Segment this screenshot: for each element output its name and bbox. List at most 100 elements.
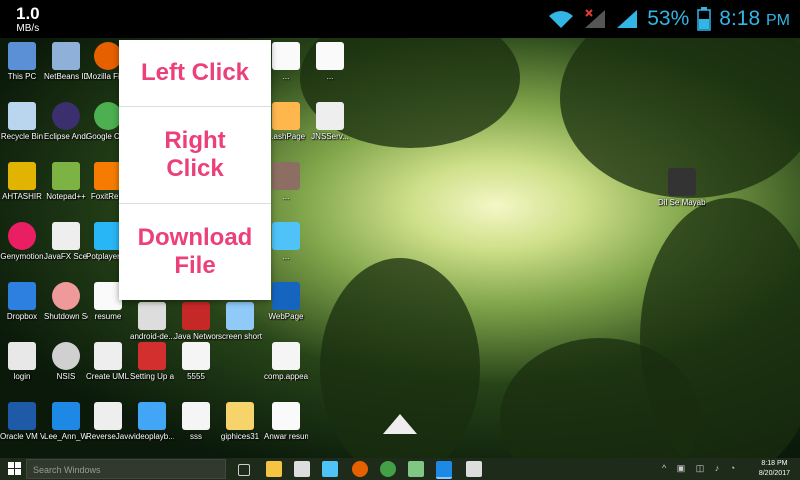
download-file-label: Download File <box>137 224 253 279</box>
status-right: 53% 8:18 PM <box>547 0 790 38</box>
desktop-icon-label: Oracle VM VirtualBox <box>0 432 44 441</box>
desktop-icon-label: resume <box>94 312 122 321</box>
desktop-icon[interactable]: videoplayb... <box>130 402 174 441</box>
java-icon[interactable] <box>466 461 482 477</box>
java-icon <box>316 102 344 130</box>
text-file-icon <box>182 402 210 430</box>
desktop-icon-label: JavaFX Scene Builder 2.0 <box>44 252 88 261</box>
desktop-icon-label: 5555 <box>187 372 205 381</box>
desktop-icon-label: Setting Up a GitHub Rep... <box>130 372 174 381</box>
desktop-icon[interactable]: Eclipse Andro... <box>44 102 88 141</box>
desktop-icon[interactable]: Create UML Diagra... <box>86 342 130 381</box>
network-speed-unit: MB/s <box>16 23 40 34</box>
firefox-icon <box>94 42 122 70</box>
desktop-icon[interactable]: Shutdown Schedule <box>44 282 88 321</box>
context-popup-menu: Left Click Right Click Download File <box>119 40 271 300</box>
desktop-icon-label: screen short <box>218 332 262 341</box>
potplayer-icon <box>94 222 122 250</box>
network-speed-value: 1.0 <box>16 4 40 23</box>
desktop-icon[interactable]: giphices31 <box>218 402 262 441</box>
netbeans-icon <box>52 42 80 70</box>
text-file-icon <box>272 342 300 370</box>
uml-icon <box>94 342 122 370</box>
desktop-icon[interactable]: Anwar resume <box>264 402 308 441</box>
desktop-icon-label: login <box>13 372 31 381</box>
left-click-menu-item[interactable]: Left Click <box>119 40 271 107</box>
taskbar-clock[interactable]: 8:18 PM 8/20/2017 <box>759 459 790 479</box>
taskbar: Search Windows ^ ▣ ◫ ♪ ◔ 8:18 PM 8/20/20… <box>0 458 800 480</box>
webpage-icon <box>272 102 300 130</box>
java-file-icon <box>8 342 36 370</box>
monitor-icon[interactable] <box>322 461 338 477</box>
expand-up-arrow-icon[interactable] <box>383 414 417 434</box>
recycle-icon[interactable] <box>380 461 396 477</box>
signal-icon <box>617 10 638 28</box>
pdf-icon <box>182 302 210 330</box>
image-icon <box>272 162 300 190</box>
desktop-icon[interactable]: Dil Se Mayabi Ch... <box>658 168 706 207</box>
desktop-icon[interactable]: Recycle Bin <box>0 102 44 141</box>
system-tray-icons[interactable]: ^ ▣ ◫ ♪ ◔ <box>662 463 739 474</box>
file-explorer-icon[interactable] <box>266 461 282 477</box>
desktop-icon[interactable]: NetBeans IDE 8.1 <box>44 42 88 81</box>
desktop-icon[interactable]: login <box>0 342 44 381</box>
desktop-icon[interactable]: Setting Up a GitHub Rep... <box>130 342 174 381</box>
desktop-icon[interactable]: Lee_Ann_W... <box>44 402 88 441</box>
desktop-icon-label: android-de... <box>130 332 174 341</box>
desktop-icon-label: Notepad++ <box>46 192 86 201</box>
desktop[interactable]: This PC Recycle Bin AHTASHIR Genymotion … <box>0 38 800 458</box>
firefox-icon[interactable] <box>352 461 368 477</box>
document-icon <box>316 42 344 70</box>
desktop-icon-label: JNSServ... <box>311 132 349 141</box>
desktop-icon[interactable]: This PC <box>0 42 44 81</box>
network-speed: 1.0 MB/s <box>16 5 40 34</box>
taskbar-clock-time: 8:18 PM <box>761 460 788 467</box>
left-click-label: Left Click <box>140 59 250 86</box>
taskbar-clock-date: 8/20/2017 <box>758 470 790 477</box>
desktop-icon[interactable]: 5555 <box>174 342 218 381</box>
video-file-icon <box>272 222 300 250</box>
right-click-menu-item[interactable]: Right Click <box>119 107 271 204</box>
document-icon <box>138 302 166 330</box>
resume-icon <box>272 402 300 430</box>
chrome-icon <box>94 102 122 130</box>
desktop-icon-label: ReverseJava Classes to... <box>86 432 130 441</box>
download-file-menu-item[interactable]: Download File <box>119 204 271 300</box>
desktop-icon[interactable]: AHTASHIR <box>0 162 44 201</box>
document-icon <box>272 42 300 70</box>
windows-start-icon[interactable] <box>8 462 22 476</box>
folder-icon <box>8 162 36 190</box>
desktop-icon[interactable]: screen short <box>218 302 262 341</box>
video-file-icon <box>668 168 696 196</box>
task-view-icon[interactable] <box>238 464 250 476</box>
store-icon[interactable] <box>294 461 310 477</box>
status-time-value: 8:18 <box>719 7 761 30</box>
desktop-icon[interactable]: JavaFX Scene Builder 2.0 <box>44 222 88 261</box>
desktop-icon[interactable]: NSIS <box>44 342 88 381</box>
notepad-plus-icon <box>52 162 80 190</box>
media-player-icon[interactable] <box>436 461 452 479</box>
desktop-icon[interactable]: Notepad++ <box>44 162 88 201</box>
desktop-icon-label: Shutdown Schedule <box>44 312 88 321</box>
desktop-icon[interactable]: sss <box>174 402 218 441</box>
desktop-icon[interactable]: Genymotion <box>0 222 44 261</box>
search-windows-input[interactable]: Search Windows <box>26 459 226 479</box>
desktop-icon[interactable]: JNSServ... <box>308 102 352 141</box>
shutdown-icon <box>52 282 80 310</box>
text-file-icon <box>182 342 210 370</box>
desktop-icon-label: Java Network Programm... <box>174 332 218 341</box>
desktop-icon[interactable]: comp.appea... <box>264 342 308 381</box>
desktop-icon-label: Lee_Ann_W... <box>44 432 88 441</box>
video-icon <box>138 402 166 430</box>
desktop-icon[interactable]: android-de... <box>130 302 174 341</box>
desktop-icon-label: Dropbox <box>6 312 38 321</box>
desktop-icon[interactable]: Oracle VM VirtualBox <box>0 402 44 441</box>
desktop-icon[interactable]: Java Network Programm... <box>174 302 218 341</box>
app-icon[interactable] <box>408 461 424 477</box>
github-setup-icon <box>138 342 166 370</box>
desktop-icon[interactable]: ReverseJava Classes to... <box>86 402 130 441</box>
eclipse-icon <box>52 102 80 130</box>
desktop-icon[interactable]: Dropbox <box>0 282 44 321</box>
desktop-icon[interactable]: ... <box>308 42 352 81</box>
desktop-icon-label: Recycle Bin <box>0 132 44 141</box>
